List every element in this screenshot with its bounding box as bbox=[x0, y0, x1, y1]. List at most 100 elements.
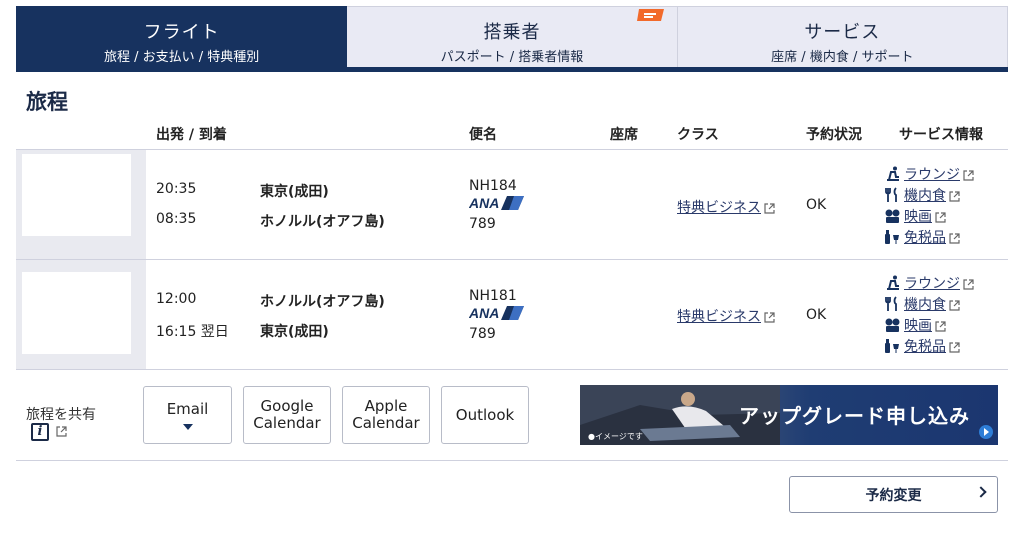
arr-time: 16:15 翌日 bbox=[156, 324, 229, 340]
meal-link[interactable]: 機内食 bbox=[904, 297, 946, 313]
external-link-icon bbox=[949, 299, 960, 311]
info-icon[interactable]: i bbox=[31, 423, 49, 441]
chevron-down-icon bbox=[182, 423, 193, 430]
external-link-icon bbox=[56, 426, 67, 437]
tab-flight[interactable]: フライト 旅程 / お支払い / 特典種別 bbox=[16, 6, 348, 72]
service-dutyfree[interactable]: 免税品 bbox=[884, 227, 960, 247]
bottle-icon bbox=[885, 339, 899, 353]
google-label-1: Google bbox=[260, 397, 314, 415]
divider bbox=[16, 369, 1008, 370]
thumb-area bbox=[16, 150, 146, 259]
col-depart-arrive: 出発 / 到着 bbox=[156, 127, 227, 143]
upgrade-banner[interactable]: アップグレード申し込み ●イメージです bbox=[580, 385, 998, 445]
tab-service[interactable]: サービス 座席 / 機内食 / サポート bbox=[677, 6, 1008, 72]
tab-subtitle: 旅程 / お支払い / 特典種別 bbox=[104, 50, 260, 65]
ana-logo: ANA bbox=[469, 195, 524, 211]
tab-subtitle: 座席 / 機内食 / サポート bbox=[771, 50, 914, 65]
movie-link[interactable]: 映画 bbox=[904, 318, 932, 334]
flag-icon bbox=[636, 9, 664, 21]
apple-label-1: Apple bbox=[364, 397, 408, 415]
arr-time: 08:35 bbox=[156, 211, 197, 227]
banner-text: アップグレード申し込み bbox=[739, 404, 970, 428]
tab-title: サービス bbox=[804, 22, 881, 43]
movie-link[interactable]: 映画 bbox=[904, 209, 932, 225]
svg-text:ANA: ANA bbox=[469, 195, 499, 211]
col-class: クラス bbox=[677, 127, 719, 143]
flight-thumbnail bbox=[22, 154, 131, 236]
external-link-icon bbox=[764, 311, 775, 323]
flight-number: NH181 bbox=[469, 288, 517, 304]
lounge-icon bbox=[887, 166, 899, 181]
booking-status: OK bbox=[806, 197, 827, 213]
chevron-right-icon bbox=[975, 486, 987, 498]
movie-camera-icon bbox=[885, 318, 900, 332]
fork-knife-icon bbox=[885, 187, 897, 202]
aircraft: 789 bbox=[469, 326, 496, 342]
dep-city: ホノルル(オアフ島) bbox=[260, 294, 385, 310]
thumb-area bbox=[16, 260, 146, 369]
service-meal[interactable]: 機内食 bbox=[884, 185, 960, 205]
fare-link-text[interactable]: 特典ビジネス bbox=[677, 309, 761, 325]
external-link-icon bbox=[935, 211, 946, 223]
email-share-button[interactable]: Email bbox=[143, 386, 232, 444]
google-calendar-button[interactable]: Google Calendar bbox=[243, 386, 331, 444]
tab-underline bbox=[16, 67, 1008, 72]
external-link-icon bbox=[935, 320, 946, 332]
outlook-button[interactable]: Outlook bbox=[441, 386, 529, 444]
lounge-icon bbox=[887, 275, 899, 290]
movie-camera-icon bbox=[885, 209, 900, 223]
tab-subtitle: パスポート / 搭乗者情報 bbox=[440, 50, 584, 65]
lounge-link[interactable]: ラウンジ bbox=[904, 276, 960, 292]
service-movie[interactable]: 映画 bbox=[884, 315, 946, 335]
tab-title: 搭乗者 bbox=[483, 22, 541, 43]
service-meal[interactable]: 機内食 bbox=[884, 294, 960, 314]
banner-note: ●イメージです bbox=[588, 432, 643, 441]
service-lounge[interactable]: ラウンジ bbox=[884, 164, 974, 184]
flight-number: NH184 bbox=[469, 178, 517, 194]
fare-link-text[interactable]: 特典ビジネス bbox=[677, 200, 761, 216]
page: フライト 旅程 / お支払い / 特典種別 搭乗者 パスポート / 搭乗者情報 … bbox=[0, 0, 1024, 533]
divider bbox=[16, 460, 1008, 461]
external-link-icon bbox=[949, 341, 960, 353]
dep-time: 12:00 bbox=[156, 291, 197, 307]
google-label-2: Calendar bbox=[253, 414, 321, 432]
service-movie[interactable]: 映画 bbox=[884, 206, 946, 226]
ana-logo: ANA bbox=[469, 305, 524, 321]
section-title: 旅程 bbox=[26, 90, 68, 114]
step-tabs: フライト 旅程 / お支払い / 特典種別 搭乗者 パスポート / 搭乗者情報 … bbox=[16, 6, 1008, 72]
lounge-link[interactable]: ラウンジ bbox=[904, 167, 960, 183]
apple-label-2: Calendar bbox=[352, 414, 420, 432]
external-link-icon bbox=[963, 169, 974, 181]
arrow-right-icon bbox=[979, 425, 993, 439]
aircraft: 789 bbox=[469, 216, 496, 232]
email-label: Email bbox=[166, 399, 209, 418]
col-seat: 座席 bbox=[610, 127, 638, 143]
dutyfree-link[interactable]: 免税品 bbox=[904, 230, 946, 246]
meal-link[interactable]: 機内食 bbox=[904, 188, 946, 204]
col-flight: 便名 bbox=[469, 127, 497, 143]
change-reservation-button[interactable]: 予約変更 bbox=[789, 476, 998, 513]
external-link-icon bbox=[949, 232, 960, 244]
external-link-icon bbox=[764, 202, 775, 214]
dep-time: 20:35 bbox=[156, 181, 197, 197]
svg-text:ANA: ANA bbox=[469, 305, 499, 321]
change-reservation-label: 予約変更 bbox=[865, 487, 922, 504]
col-status: 予約状況 bbox=[806, 127, 862, 143]
external-link-icon bbox=[963, 278, 974, 290]
outlook-label: Outlook bbox=[455, 405, 515, 424]
share-label: 旅程を共有 bbox=[26, 407, 96, 423]
external-link-icon bbox=[949, 190, 960, 202]
service-lounge[interactable]: ラウンジ bbox=[884, 273, 974, 293]
tab-passenger[interactable]: 搭乗者 パスポート / 搭乗者情報 bbox=[347, 6, 678, 72]
bottle-icon bbox=[885, 230, 899, 244]
fare-link[interactable]: 特典ビジネス bbox=[677, 306, 775, 326]
arr-city: ホノルル(オアフ島) bbox=[260, 214, 385, 230]
fork-knife-icon bbox=[885, 296, 897, 311]
apple-calendar-button[interactable]: Apple Calendar bbox=[342, 386, 430, 444]
dutyfree-link[interactable]: 免税品 bbox=[904, 339, 946, 355]
service-dutyfree[interactable]: 免税品 bbox=[884, 336, 960, 356]
arr-city: 東京(成田) bbox=[260, 324, 329, 340]
fare-link[interactable]: 特典ビジネス bbox=[677, 197, 775, 217]
booking-status: OK bbox=[806, 307, 827, 323]
flight-thumbnail bbox=[22, 272, 131, 354]
